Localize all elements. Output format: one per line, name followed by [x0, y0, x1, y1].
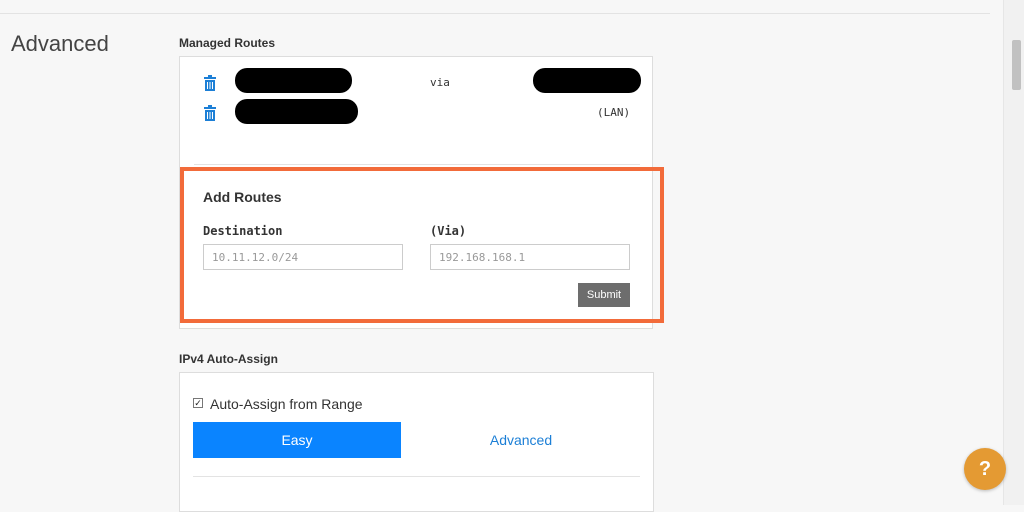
auto-assign-label: Auto-Assign from Range: [210, 396, 363, 412]
destination-label: Destination: [203, 224, 283, 238]
tab-advanced[interactable]: Advanced: [401, 422, 641, 458]
via-field-label: (Via): [430, 224, 467, 238]
auto-assign-checkbox[interactable]: ✓: [193, 398, 203, 408]
destination-input[interactable]: [203, 244, 403, 270]
lan-note: (LAN): [597, 106, 631, 119]
redacted-destination: [235, 68, 352, 93]
submit-button[interactable]: Submit: [578, 283, 630, 307]
route-row: (LAN): [180, 99, 652, 127]
ipv4-auto-assign-label: IPv4 Auto-Assign: [179, 352, 278, 366]
routes-divider: [194, 164, 640, 165]
trash-icon[interactable]: [204, 105, 216, 121]
redacted-gateway: [533, 68, 641, 93]
trash-icon[interactable]: [204, 75, 216, 91]
help-button[interactable]: ?: [964, 448, 1006, 490]
tab-easy[interactable]: Easy: [193, 422, 401, 458]
via-input[interactable]: [430, 244, 630, 270]
route-row: via: [180, 68, 652, 97]
assign-divider: [193, 476, 640, 477]
managed-routes-label: Managed Routes: [179, 36, 276, 50]
top-divider: [0, 13, 990, 14]
section-title: Advanced: [11, 31, 109, 56]
scrollbar-thumb[interactable]: [1012, 40, 1021, 90]
add-routes-title: Add Routes: [203, 189, 282, 205]
redacted-destination: [235, 99, 358, 124]
via-label: via: [430, 76, 450, 89]
